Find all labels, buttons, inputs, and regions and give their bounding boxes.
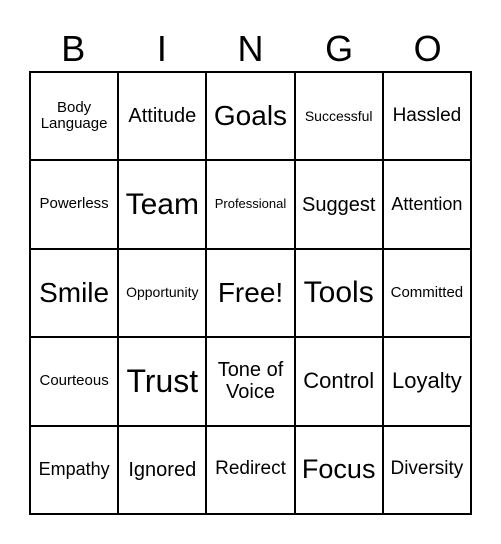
header-letter-n: N [237,28,264,69]
bingo-cell[interactable]: Body Language [30,72,119,161]
header-letter-o: O [413,28,442,69]
header-letter-g: G [325,28,354,69]
bingo-cell[interactable]: Smile [30,248,119,338]
header-letter-b: B [61,28,86,69]
bingo-card-grid: Body Language Attitude Goals Successful … [29,71,472,515]
bingo-cell[interactable]: Attention [382,160,471,249]
bingo-cell[interactable]: Opportunity [118,248,207,338]
bingo-cell[interactable]: Suggest [294,160,383,249]
bingo-cell[interactable]: Loyalty [382,337,471,426]
bingo-cell[interactable]: Attitude [118,72,207,161]
bingo-cell[interactable]: Tools [294,248,383,338]
bingo-cell[interactable]: Empathy [30,425,119,514]
bingo-header: B I N G O [29,26,472,72]
bingo-cell[interactable]: Redirect [206,425,295,514]
bingo-cell[interactable]: Focus [294,425,383,514]
bingo-cell[interactable]: Trust [118,337,207,426]
bingo-cell[interactable]: Control [294,337,383,426]
bingo-cell[interactable]: Powerless [30,160,119,249]
bingo-cell[interactable]: Professional [206,160,295,249]
bingo-cell[interactable]: Successful [294,72,383,161]
header-letter-i: I [156,28,167,69]
bingo-cell[interactable]: Tone of Voice [206,337,295,426]
bingo-cell[interactable]: Courteous [30,337,119,426]
bingo-cell[interactable]: Hassled [382,72,471,161]
bingo-cell[interactable]: Diversity [382,425,471,514]
bingo-cell[interactable]: Goals [206,72,295,161]
bingo-cell-free-space[interactable]: Free! [206,248,295,338]
bingo-cell[interactable]: Committed [382,248,471,338]
bingo-cell[interactable]: Team [118,160,207,249]
bingo-cell[interactable]: Ignored [118,425,207,514]
